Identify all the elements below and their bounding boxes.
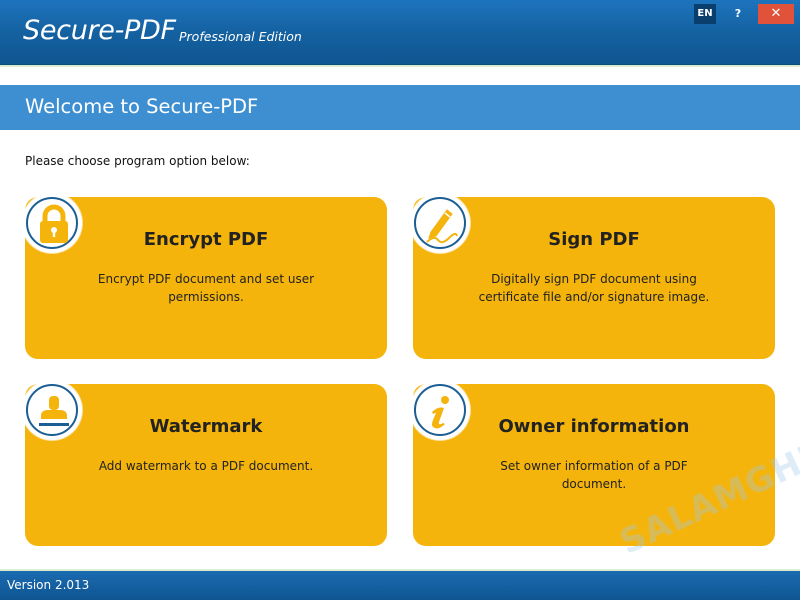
sign-icon-badge <box>410 193 470 253</box>
app-title: Secure-PDF <box>23 15 176 46</box>
pen-signature-icon <box>426 209 458 244</box>
instruction-text: Please choose program option below: <box>25 154 250 168</box>
status-bar: Version 2.013 <box>0 569 800 600</box>
card-description: Set owner information of a PDF document. <box>500 459 688 491</box>
encrypt-icon-badge <box>22 193 82 253</box>
title-divider <box>0 65 800 67</box>
close-button[interactable]: ✕ <box>758 4 794 24</box>
welcome-banner: Welcome to Secure-PDF <box>0 85 800 130</box>
card-description: Add watermark to a PDF document. <box>98 459 314 473</box>
watermark-icon-badge <box>22 380 82 440</box>
help-button[interactable]: ? <box>726 4 750 24</box>
card-description: Digitally sign PDF document using certif… <box>478 272 710 304</box>
title-bar: Secure-PDF Professional Edition EN ? ✕ <box>0 0 800 65</box>
app-edition: Professional Edition <box>179 29 302 44</box>
padlock-icon <box>40 204 68 243</box>
version-label: Version 2.013 <box>7 578 90 592</box>
stamp-icon <box>39 396 69 426</box>
info-icon <box>432 396 449 429</box>
language-button[interactable]: EN <box>694 4 716 24</box>
welcome-heading: Welcome to Secure-PDF <box>25 95 259 118</box>
owner-info-icon-badge <box>410 380 470 440</box>
card-description: Encrypt PDF document and set user permis… <box>97 272 315 304</box>
